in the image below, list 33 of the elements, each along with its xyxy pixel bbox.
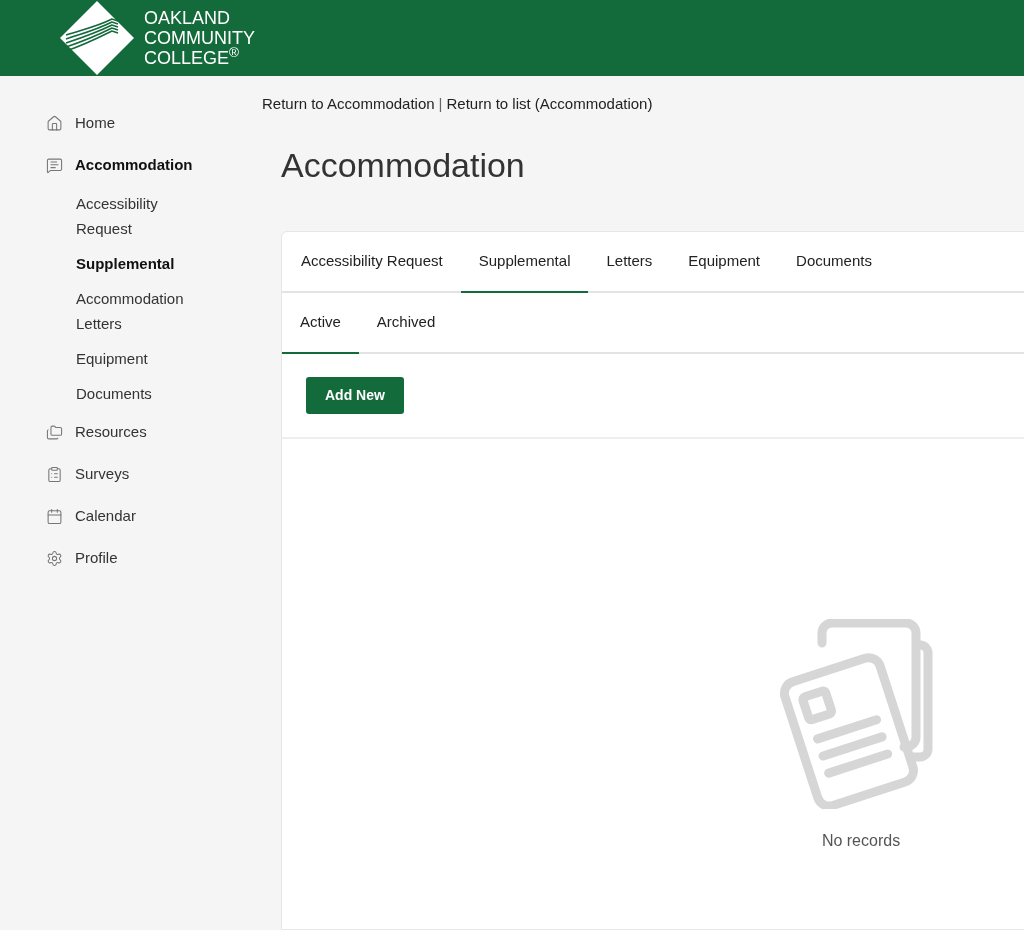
sidebar-subitem[interactable]: Documents [76, 376, 206, 411]
calendar-icon [46, 507, 63, 525]
sidebar-item[interactable]: Resources [75, 420, 147, 444]
sidebar-subitem[interactable]: Accommodation Letters [76, 281, 206, 341]
sidebar-item[interactable]: Calendar [75, 504, 136, 528]
subtab[interactable]: Active [282, 292, 359, 354]
tab[interactable]: Accessibility Request [283, 231, 461, 293]
logo-text: COMMUNITY [144, 28, 255, 48]
tab[interactable]: Supplemental [460, 231, 589, 293]
breadcrumb-link[interactable]: Return to list (Accommodation) [446, 93, 653, 116]
breadcrumb-link[interactable]: Return to Accommodation [262, 93, 435, 116]
empty-message: No records [821, 830, 901, 851]
sidebar-subitem[interactable]: Supplemental [76, 246, 206, 281]
clipboard-icon [46, 465, 63, 483]
tab[interactable]: Letters [588, 231, 671, 293]
tab[interactable]: Documents [778, 231, 890, 293]
add-new-button[interactable]: Add New [306, 376, 404, 414]
logo-text: OAKLAND [144, 8, 232, 28]
sidebar-item[interactable]: Accommodation [75, 153, 193, 177]
message-icon [46, 156, 63, 174]
folders-icon [46, 423, 63, 441]
sidebar-subitem[interactable]: Accessibility Request [76, 186, 206, 246]
sidebar-item[interactable]: Surveys [75, 462, 130, 486]
page-title: Accommodation [281, 144, 526, 186]
sidebar-subitem[interactable]: Equipment [76, 341, 206, 376]
subtab[interactable]: Archived [358, 292, 454, 354]
sidebar-item[interactable]: Home [75, 111, 115, 135]
logo-text: COLLEGE$^{®}$ [144, 48, 240, 68]
settings-icon [46, 549, 63, 567]
breadcrumb-separator: | [438, 94, 443, 114]
sidebar-item[interactable]: Profile [75, 546, 118, 570]
tab[interactable]: Equipment [670, 231, 779, 293]
home-icon [46, 114, 63, 132]
